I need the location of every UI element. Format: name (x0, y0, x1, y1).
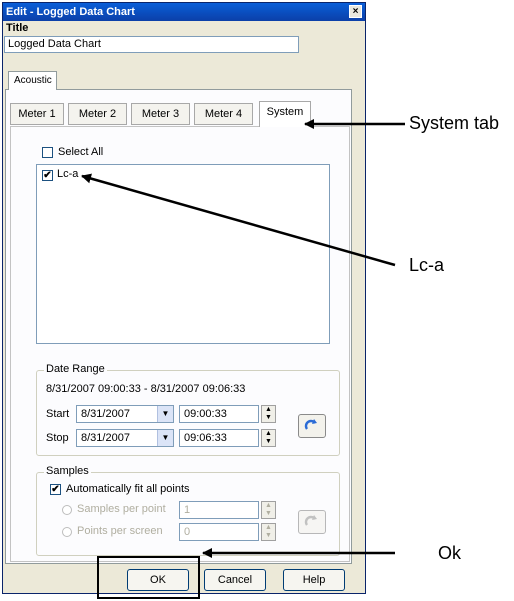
lc-a-callout: Lc-a (409, 255, 445, 275)
annotation-arrows (81, 119, 405, 558)
system-tab-callout: System tab (409, 113, 500, 133)
lc-a-arrow (81, 173, 396, 267)
ok-callout: Ok (438, 543, 462, 563)
